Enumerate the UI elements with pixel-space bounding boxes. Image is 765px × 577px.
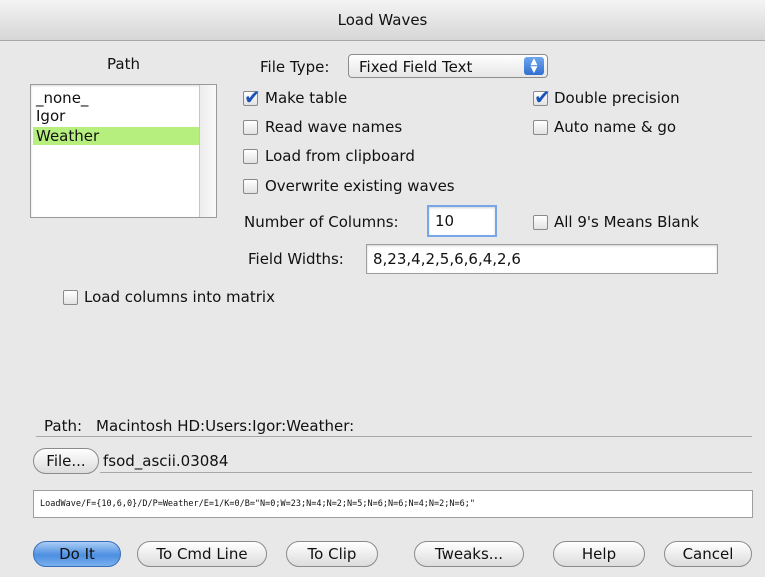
num-columns-input[interactable]: 10	[427, 205, 497, 237]
do-it-button[interactable]: Do It	[33, 541, 121, 567]
file-type-label: File Type:	[260, 58, 330, 76]
help-button[interactable]: Help	[553, 541, 645, 567]
path-list-scrollbar[interactable]	[199, 85, 216, 217]
checkmark-icon: ✔	[534, 85, 551, 109]
checkmark-icon: ✔	[244, 85, 261, 109]
num-columns-label: Number of Columns:	[244, 213, 399, 231]
path-heading: Path	[107, 55, 140, 73]
load-columns-matrix-checkbox[interactable]	[63, 290, 78, 305]
file-underline	[100, 472, 752, 473]
path-item-weather[interactable]: Weather	[33, 127, 200, 145]
all-nines-blank-label: All 9's Means Blank	[554, 213, 699, 231]
path-list[interactable]: _none_ Igor Weather	[30, 84, 217, 218]
path-item-igor[interactable]: Igor	[33, 107, 200, 125]
double-precision-label: Double precision	[554, 89, 680, 107]
load-columns-matrix-label: Load columns into matrix	[84, 288, 275, 306]
path-underline	[36, 436, 752, 437]
make-table-label: Make table	[265, 89, 348, 107]
command-line-preview: LoadWave/F={10,6,0}/D/P=Weather/E=1/K=0/…	[33, 490, 753, 518]
field-widths-label: Field Widths:	[248, 250, 344, 268]
tweaks-button[interactable]: Tweaks...	[414, 541, 524, 567]
to-cmd-line-button[interactable]: To Cmd Line	[137, 541, 267, 567]
overwrite-existing-label: Overwrite existing waves	[265, 177, 455, 195]
load-from-clipboard-checkbox[interactable]	[243, 149, 258, 164]
load-from-clipboard-label: Load from clipboard	[265, 147, 415, 165]
file-name: fsod_ascii.03084	[103, 452, 229, 470]
window-title: Load Waves	[337, 11, 428, 29]
all-nines-blank-checkbox[interactable]	[533, 215, 548, 230]
file-type-value: Fixed Field Text	[359, 58, 473, 76]
read-wave-names-label: Read wave names	[265, 118, 403, 136]
path-item-none[interactable]: _none_	[33, 89, 200, 107]
title-bar: Load Waves	[0, 0, 765, 41]
file-button[interactable]: File...	[33, 448, 99, 474]
field-widths-input[interactable]: 8,23,4,2,5,6,6,4,2,6	[366, 244, 718, 274]
read-wave-names-checkbox[interactable]	[243, 120, 258, 135]
overwrite-existing-checkbox[interactable]	[243, 179, 258, 194]
updown-arrows-icon: ▲ ▼	[524, 57, 544, 75]
make-table-checkbox[interactable]: ✔	[243, 87, 261, 107]
double-precision-checkbox[interactable]: ✔	[533, 87, 551, 107]
path-info-label: Path:	[44, 417, 83, 435]
auto-name-go-checkbox[interactable]	[533, 120, 548, 135]
path-info-value: Macintosh HD:Users:Igor:Weather:	[96, 417, 355, 435]
to-clip-button[interactable]: To Clip	[286, 541, 378, 567]
cancel-button[interactable]: Cancel	[664, 541, 752, 567]
file-type-select[interactable]: Fixed Field Text ▲ ▼	[348, 54, 548, 78]
auto-name-go-label: Auto name & go	[554, 118, 677, 136]
